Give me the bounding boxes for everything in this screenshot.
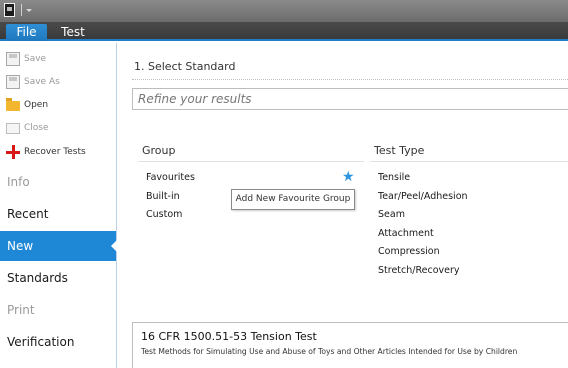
- save-as-command[interactable]: Save As: [6, 74, 60, 90]
- standard-description: Test Methods for Simulating Use and Abus…: [141, 347, 518, 356]
- group-item-favourites[interactable]: Favourites: [146, 172, 195, 183]
- group-item-built-in[interactable]: Built-in: [146, 191, 180, 202]
- save-as-label: Save As: [24, 77, 60, 87]
- close-document-icon: [6, 122, 20, 134]
- title-bar: [0, 0, 568, 22]
- nav-new[interactable]: New: [0, 231, 117, 261]
- nav-info[interactable]: Info: [0, 167, 116, 197]
- save-icon: [6, 52, 20, 66]
- nav-recent[interactable]: Recent: [0, 199, 116, 229]
- test-type-item[interactable]: Tear/Peel/Adhesion: [378, 191, 468, 202]
- group-header: Group: [142, 144, 176, 157]
- test-type-header: Test Type: [374, 144, 425, 157]
- nav-verification[interactable]: Verification: [0, 327, 116, 357]
- ribbon-tab-bar: File Test: [0, 22, 568, 41]
- test-type-item[interactable]: Stretch/Recovery: [378, 265, 460, 276]
- tab-test[interactable]: Test: [53, 24, 93, 41]
- add-favourite-star-icon[interactable]: ★: [342, 170, 355, 184]
- save-as-icon: [6, 75, 20, 89]
- nav-print[interactable]: Print: [0, 295, 116, 325]
- test-type-item[interactable]: Tensile: [378, 172, 410, 183]
- open-label: Open: [24, 100, 49, 110]
- plus-icon: [6, 145, 20, 159]
- app-icon[interactable]: [4, 3, 15, 17]
- selected-standard-card[interactable]: 16 CFR 1500.51-53 Tension Test Test Meth…: [132, 322, 568, 368]
- backstage-sidebar: Save Save As Open Close Recover Tests In…: [0, 43, 117, 368]
- save-label: Save: [24, 54, 47, 64]
- test-type-item[interactable]: Compression: [378, 246, 440, 257]
- new-test-panel: 1. Select Standard Refine your results G…: [118, 43, 568, 368]
- quick-access-dropdown-icon[interactable]: [26, 9, 32, 12]
- refine-search-input[interactable]: Refine your results: [132, 88, 568, 110]
- section-title: 1. Select Standard: [134, 60, 236, 73]
- title-separator: [21, 4, 22, 16]
- standard-title: 16 CFR 1500.51-53 Tension Test: [141, 330, 317, 343]
- section-divider: [132, 79, 568, 80]
- test-type-item[interactable]: Seam: [378, 209, 405, 220]
- nav-standards[interactable]: Standards: [0, 263, 116, 293]
- close-command[interactable]: Close: [6, 120, 49, 136]
- test-type-header-divider: [370, 161, 568, 162]
- recover-tests-label: Recover Tests: [24, 147, 86, 157]
- close-label: Close: [24, 123, 49, 133]
- tab-file[interactable]: File: [6, 24, 47, 41]
- group-header-divider: [138, 161, 364, 162]
- open-folder-icon: [6, 98, 20, 111]
- test-type-item[interactable]: Attachment: [378, 228, 434, 239]
- save-command[interactable]: Save: [6, 51, 46, 67]
- group-item-custom[interactable]: Custom: [146, 209, 182, 220]
- recover-tests-command[interactable]: Recover Tests: [6, 144, 86, 160]
- add-favourite-tooltip: Add New Favourite Group: [231, 189, 355, 210]
- open-command[interactable]: Open: [6, 97, 48, 113]
